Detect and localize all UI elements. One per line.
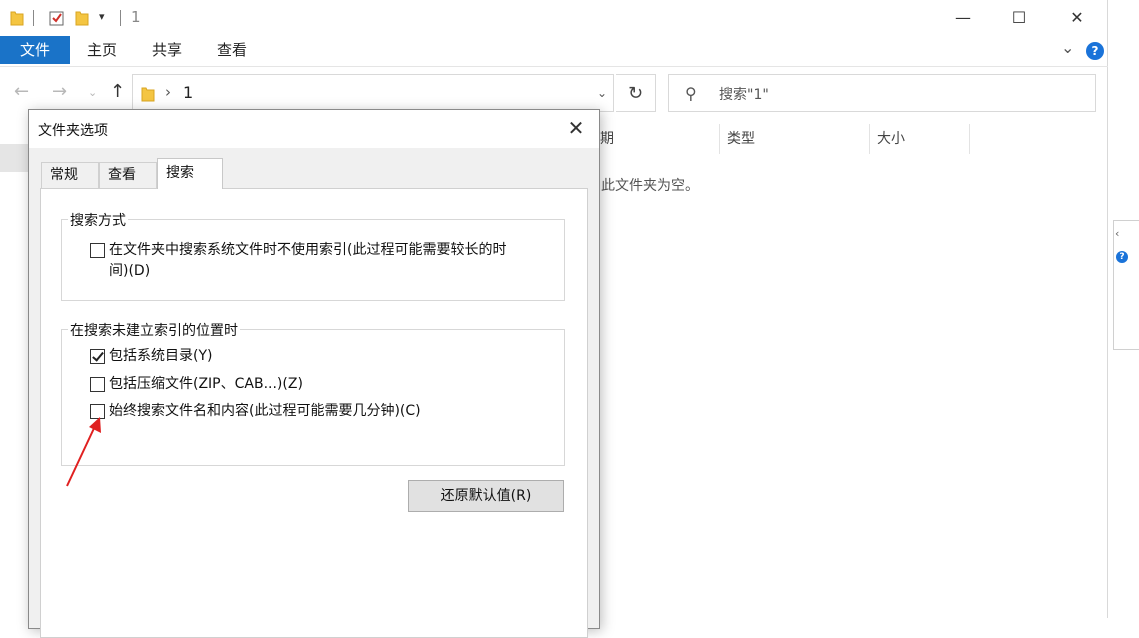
window-title: 1 xyxy=(131,8,141,26)
toolbar-separator xyxy=(120,10,121,26)
ribbon-tabs: 文件 主页 共享 查看 ⌄ ? xyxy=(0,36,1108,66)
dialog-title-bar: 文件夹选项 ✕ xyxy=(29,110,599,148)
search-method-group: 搜索方式 在文件夹中搜索系统文件时不使用索引(此过程可能需要较长的时 间)(D) xyxy=(61,210,565,301)
annotation-arrow-icon xyxy=(66,417,101,487)
checkbox-label: 包括压缩文件(ZIP、CAB...)(Z) xyxy=(109,376,303,392)
checkbox-label: 在文件夹中搜索系统文件时不使用索引(此过程可能需要较长的时 间)(D) xyxy=(109,240,506,282)
group-legend: 在搜索未建立索引的位置时 xyxy=(68,320,240,340)
search-input[interactable]: ⚲ 搜索"1" xyxy=(668,74,1096,112)
always-search-contents-row[interactable]: 始终搜索文件名和内容(此过程可能需要几分钟)(C) xyxy=(90,401,421,422)
tab-view[interactable]: 查看 xyxy=(217,36,247,64)
recent-locations-icon[interactable]: ⌄ xyxy=(88,86,97,99)
include-system-dirs-checkbox[interactable] xyxy=(90,349,105,364)
customize-toolbar-icon[interactable]: ▾ xyxy=(99,10,105,23)
forward-icon[interactable]: → xyxy=(52,81,67,102)
address-bar[interactable]: › 1 ⌄ xyxy=(132,74,614,112)
maximize-button[interactable]: ☐ xyxy=(990,0,1048,34)
no-index-checkbox[interactable] xyxy=(90,243,105,258)
include-compressed-checkbox[interactable] xyxy=(90,377,105,392)
properties-icon[interactable] xyxy=(48,9,66,27)
title-bar: ▾ 1 — ☐ ✕ xyxy=(0,0,1108,36)
checkbox-label-line: 在文件夹中搜索系统文件时不使用索引(此过程可能需要较长的时 xyxy=(109,242,507,258)
folder-icon xyxy=(141,87,155,102)
empty-folder-message: 此文件夹为空。 xyxy=(601,178,699,194)
no-index-checkbox-row[interactable]: 在文件夹中搜索系统文件时不使用索引(此过程可能需要较长的时 间)(D) xyxy=(90,240,560,282)
search-tab-panel: 搜索方式 在文件夹中搜索系统文件时不使用索引(此过程可能需要较长的时 间)(D)… xyxy=(40,188,588,638)
group-legend: 搜索方式 xyxy=(68,210,128,230)
dialog-close-button[interactable]: ✕ xyxy=(561,116,591,140)
checkbox-label: 始终搜索文件名和内容(此过程可能需要几分钟)(C) xyxy=(109,403,421,419)
back-icon[interactable]: ← xyxy=(14,81,29,102)
non-indexed-locations-group: 在搜索未建立索引的位置时 包括系统目录(Y) 包括压缩文件(ZIP、CAB...… xyxy=(61,320,565,466)
tab-search[interactable]: 搜索 xyxy=(157,158,223,189)
up-icon[interactable]: ↑ xyxy=(110,81,125,102)
minimize-button[interactable]: — xyxy=(934,0,992,34)
checkbox-label: 包括系统目录(Y) xyxy=(109,348,213,364)
close-icon: ✕ xyxy=(1070,7,1084,27)
help-icon: ? xyxy=(1116,251,1128,263)
folder-icon xyxy=(10,11,24,26)
include-compressed-row[interactable]: 包括压缩文件(ZIP、CAB...)(Z) xyxy=(90,374,303,395)
close-window-button[interactable]: ✕ xyxy=(1048,0,1106,34)
refresh-icon: ↻ xyxy=(627,83,644,104)
background-panel: ‹ ? xyxy=(1113,220,1139,350)
tab-view[interactable]: 查看 xyxy=(99,162,157,188)
column-label: 大小 xyxy=(877,131,905,147)
tab-file[interactable]: 文件 xyxy=(0,36,70,64)
toolbar-separator xyxy=(33,10,34,26)
chevron-down-icon[interactable]: ⌄ xyxy=(597,86,607,100)
column-label: 类型 xyxy=(727,131,755,147)
minimize-icon: — xyxy=(955,7,971,27)
refresh-button[interactable]: ↻ xyxy=(616,74,656,112)
tab-share[interactable]: 共享 xyxy=(152,36,182,64)
breadcrumb-separator-icon[interactable]: › xyxy=(165,83,171,101)
folder-options-dialog: 文件夹选项 ✕ 常规 查看 搜索 搜索方式 在文件夹中搜索系统文件时不使用索引(… xyxy=(28,109,600,638)
expand-ribbon-icon[interactable]: ⌄ xyxy=(1061,38,1074,57)
column-header-type[interactable]: 类型 xyxy=(720,124,870,154)
include-system-dirs-row[interactable]: 包括系统目录(Y) xyxy=(90,346,212,367)
column-header-size[interactable]: 大小 xyxy=(870,124,970,154)
search-placeholder: 搜索"1" xyxy=(719,87,769,103)
tab-general[interactable]: 常规 xyxy=(41,162,99,188)
column-header-date[interactable]: 期 xyxy=(600,124,720,154)
maximize-icon: ☐ xyxy=(1011,7,1027,27)
breadcrumb[interactable]: 1 xyxy=(183,83,193,102)
nav-pane-selected-item[interactable] xyxy=(0,144,28,172)
checkbox-label-line: 间)(D) xyxy=(109,263,151,279)
column-label: 期 xyxy=(600,131,614,147)
tab-home[interactable]: 主页 xyxy=(87,36,117,64)
help-icon[interactable]: ? xyxy=(1086,42,1104,60)
dialog-title: 文件夹选项 xyxy=(38,123,108,139)
background-window-edge: ‹ ? xyxy=(1108,0,1139,618)
search-icon: ⚲ xyxy=(685,84,697,103)
new-folder-icon[interactable] xyxy=(75,9,89,27)
chevron-left-icon: ‹ xyxy=(1115,227,1120,240)
restore-defaults-button[interactable]: 还原默认值(R) xyxy=(408,480,564,512)
